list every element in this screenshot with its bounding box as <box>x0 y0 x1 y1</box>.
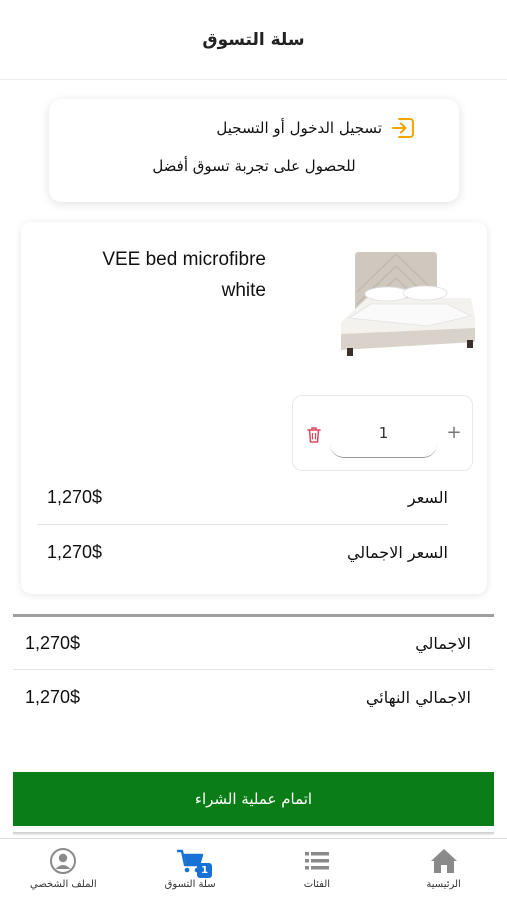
tab-cart-label: سلة التسوق <box>164 879 216 890</box>
tab-profile[interactable]: الملف الشخصي <box>0 839 127 900</box>
item-total-row: 1,270$ السعر الاجمالي <box>37 525 448 579</box>
trash-icon[interactable] <box>306 426 322 444</box>
cart-count-badge: 1 <box>197 863 213 878</box>
subtotal-value: 1,270$ <box>25 632 81 653</box>
footer-shadow <box>13 832 494 836</box>
login-subtitle: للحصول على تجربة تسوق أفضل <box>152 157 356 175</box>
product-name: VEE bed microfibre white <box>81 244 266 306</box>
login-title[interactable]: تسجيل الدخول أو التسجيل <box>216 119 382 137</box>
bed-product-image <box>341 252 475 356</box>
item-total-value: 1,270$ <box>47 541 103 562</box>
login-arrow-icon <box>392 118 414 138</box>
home-icon <box>430 849 457 873</box>
page-title: سلة التسوق <box>202 29 305 50</box>
quantity-input[interactable] <box>330 408 437 458</box>
final-total-value: 1,270$ <box>25 687 81 707</box>
price-value: 1,270$ <box>47 487 103 507</box>
login-prompt-card[interactable]: تسجيل الدخول أو التسجيل للحصول على تجربة… <box>49 99 459 202</box>
final-total-label: الاجمالي النهائي <box>365 688 471 707</box>
increment-button[interactable]: + <box>443 420 465 446</box>
tab-categories-label: الفئات <box>303 879 331 890</box>
product-name-line2: white <box>221 280 266 301</box>
quantity-stepper[interactable]: + <box>292 395 473 471</box>
app-header: سلة التسوق <box>0 0 507 80</box>
tab-cart[interactable]: 1 سلة التسوق <box>127 839 254 900</box>
price-label: السعر <box>407 488 448 507</box>
price-row: 1,270$ السعر <box>37 471 448 525</box>
login-row[interactable]: تسجيل الدخول أو التسجيل <box>216 115 416 141</box>
tab-profile-label: الملف الشخصي <box>30 879 97 890</box>
product-name-line1: VEE bed microfibre <box>102 249 266 270</box>
subtotal-row: 1,270$ الاجمالي <box>13 617 494 670</box>
subtotal-label: الاجمالي <box>415 633 471 653</box>
bottom-tab-bar: الملف الشخصي 1 سلة التسوق الفئات الرئيسي… <box>0 838 507 900</box>
tab-categories[interactable]: الفئات <box>254 839 381 900</box>
item-total-label: السعر الاجمالي <box>346 542 448 562</box>
final-total-row: 1,270$ الاجمالي النهائي <box>13 671 494 724</box>
tab-home-label: الرئيسية <box>426 879 461 890</box>
cart-item-card: VEE bed microfibre white + 1,270$ ال <box>21 222 487 594</box>
tab-home[interactable]: الرئيسية <box>380 839 507 900</box>
list-icon <box>304 852 329 870</box>
checkout-button[interactable]: اتمام عملية الشراء <box>13 772 494 826</box>
profile-icon <box>50 848 77 874</box>
